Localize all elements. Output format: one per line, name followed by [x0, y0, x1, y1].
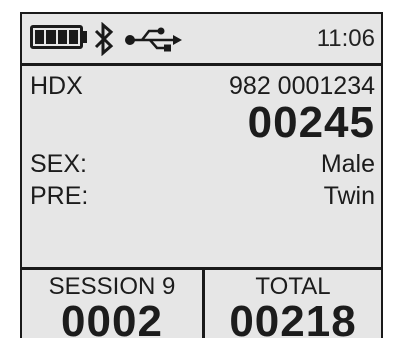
read-count: 00245 — [247, 98, 375, 147]
counters-panel: SESSION 9 0002 TOTAL 00218 — [22, 270, 381, 338]
total-counter: TOTAL 00218 — [205, 270, 381, 338]
clock-time: 11:06 — [316, 25, 375, 52]
battery-tip — [83, 31, 87, 43]
sex-value: Male — [320, 150, 375, 178]
pre-label: PRE: — [30, 182, 89, 210]
device-screen: 11:06 HDX 982 0001234 00245 SEX: Male PR… — [20, 12, 383, 338]
session-counter: SESSION 9 0002 — [22, 270, 205, 338]
usb-icon — [125, 27, 182, 52]
bluetooth-icon — [94, 22, 114, 56]
tag-id: 982 0001234 — [229, 72, 375, 100]
total-value: 00218 — [229, 297, 357, 338]
pre-value: Twin — [323, 182, 375, 210]
status-bar: 11:06 — [22, 14, 381, 66]
battery-full-icon — [30, 25, 83, 49]
session-value: 0002 — [61, 297, 163, 338]
sex-label: SEX: — [30, 150, 87, 178]
tag-type: HDX — [30, 72, 83, 100]
reading-panel: HDX 982 0001234 00245 SEX: Male PRE: Twi… — [22, 66, 381, 270]
